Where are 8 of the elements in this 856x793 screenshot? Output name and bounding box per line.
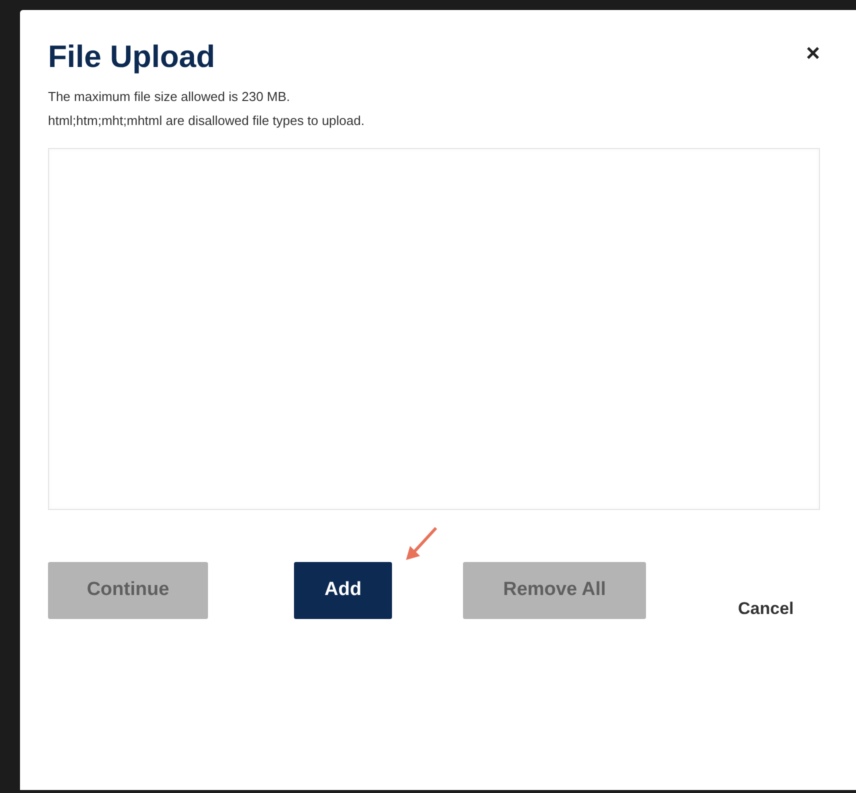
upload-note: The maximum file size allowed is 230 MB. bbox=[48, 88, 292, 106]
file-drop-area[interactable] bbox=[48, 148, 820, 510]
close-button[interactable]: × bbox=[806, 42, 820, 66]
cancel-link[interactable]: Cancel bbox=[738, 596, 794, 622]
upload-note: html;htm;mht;mhtml are disallowed file types to upload. bbox=[48, 112, 366, 130]
dialog-title: File Upload bbox=[48, 38, 216, 76]
action-button[interactable]: Add bbox=[294, 562, 392, 619]
pointer-arrow-icon bbox=[404, 526, 438, 562]
